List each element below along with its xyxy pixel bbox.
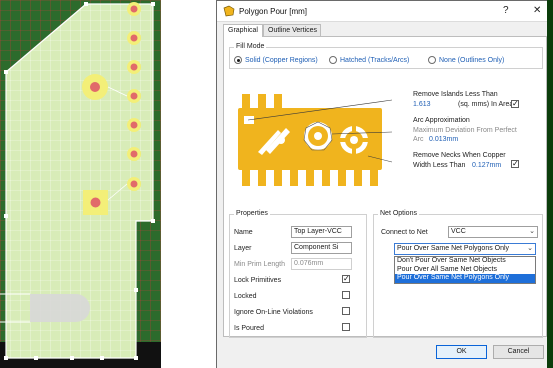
lock-primitives-checkbox[interactable]: ✓: [342, 275, 350, 283]
pcb-drawing: [0, 0, 161, 368]
radio-none-label: None (Outlines Only): [439, 56, 505, 64]
min-prim-label: Min Prim Length: [234, 261, 285, 268]
pour-illustration: [238, 94, 392, 186]
connect-to-net-select[interactable]: VCC ⌄: [448, 226, 538, 238]
dropdown-item-pour-polygons[interactable]: Pour Over Same Net Polygons Only: [395, 274, 535, 283]
islands-unit: (sq. mms) In Area: [458, 101, 514, 108]
necks-label-prefix: Width Less Than: [413, 162, 466, 169]
thermal-pad: [340, 126, 368, 154]
radio-solid-indicator[interactable]: [234, 56, 242, 64]
layer-select-value: Component Si: [294, 244, 339, 251]
name-field[interactable]: Top Layer-VCC: [291, 226, 352, 238]
graphical-panel: Fill Mode Solid (Copper Regions) Hatched…: [223, 36, 547, 338]
fill-mode-legend: Fill Mode: [234, 43, 267, 50]
polygon-pour-dialog: Polygon Pour [mm] ? ✕ Graphical Outline …: [216, 0, 553, 368]
ok-button[interactable]: OK: [436, 345, 487, 359]
fill-mode-group: Fill Mode Solid (Copper Regions) Hatched…: [229, 43, 543, 69]
radio-solid[interactable]: Solid (Copper Regions): [234, 56, 318, 64]
islands-checkbox[interactable]: ✓: [511, 100, 519, 108]
chevron-down-icon: ⌄: [527, 245, 533, 252]
cancel-button[interactable]: Cancel: [493, 345, 544, 359]
necks-checkbox[interactable]: ✓: [511, 160, 519, 168]
radio-none[interactable]: None (Outlines Only): [428, 56, 504, 64]
close-button[interactable]: ✕: [533, 5, 541, 16]
lock-primitives-label: Lock Primitives: [234, 277, 282, 284]
name-label: Name: [234, 229, 253, 236]
ignore-violations-checkbox[interactable]: [342, 307, 350, 315]
radio-hatched-indicator[interactable]: [329, 56, 337, 64]
properties-legend: Properties: [234, 210, 270, 217]
necks-label: Remove Necks When Copper: [413, 152, 506, 159]
dropdown-item-dont-pour[interactable]: Don't Pour Over Same Net Objects: [395, 257, 535, 266]
arc-value[interactable]: 0.013mm: [429, 136, 458, 143]
dialog-title: Polygon Pour [mm]: [239, 7, 308, 16]
radio-none-indicator[interactable]: [428, 56, 436, 64]
screenshot-gap: [161, 0, 216, 368]
arc-desc: Maximum Deviation From Perfect: [413, 127, 517, 134]
chevron-down-icon: ⌄: [529, 228, 535, 235]
polygon-pour-icon: [223, 5, 235, 17]
connect-to-net-value: VCC: [451, 228, 466, 235]
is-poured-label: Is Poured: [234, 325, 264, 332]
radio-solid-label: Solid (Copper Regions): [245, 56, 318, 64]
pour-over-value: Pour Over Same Net Polygons Only: [397, 245, 510, 252]
tab-outline-vertices[interactable]: Outline Vertices: [263, 24, 321, 36]
background-pcb-strip: [547, 0, 553, 368]
title-bar[interactable]: Polygon Pour [mm] ? ✕: [217, 1, 552, 22]
islands-label: Remove Islands Less Than: [413, 91, 498, 98]
layer-select[interactable]: Component Si: [291, 242, 352, 254]
help-button[interactable]: ?: [503, 5, 509, 16]
dropdown-item-pour-all[interactable]: Pour Over All Same Net Objects: [395, 266, 535, 275]
arc-pad-1: [303, 121, 333, 151]
necks-value[interactable]: 0.127mm: [472, 162, 501, 169]
ignore-violations-label: Ignore On-Line Violations: [234, 309, 313, 316]
locked-label: Locked: [234, 293, 257, 300]
is-poured-checkbox[interactable]: [342, 323, 350, 331]
locked-checkbox[interactable]: [342, 291, 350, 299]
arc-desc-prefix: Arc: [413, 136, 424, 143]
layer-label: Layer: [234, 245, 252, 252]
pour-over-dropdown-list: Don't Pour Over Same Net Objects Pour Ov…: [394, 256, 536, 284]
radio-hatched[interactable]: Hatched (Tracks/Arcs): [329, 56, 409, 64]
arc-title: Arc Approximation: [413, 117, 470, 124]
net-options-legend: Net Options: [378, 210, 419, 217]
pcb-canvas[interactable]: [0, 0, 161, 368]
connect-to-net-label: Connect to Net: [381, 229, 428, 236]
dialog-footer: OK Cancel: [217, 338, 552, 368]
tab-graphical[interactable]: Graphical: [223, 24, 263, 37]
min-prim-field: 0.076mm: [291, 258, 352, 270]
islands-value[interactable]: 1.613: [413, 101, 431, 108]
radio-hatched-label: Hatched (Tracks/Arcs): [340, 56, 410, 64]
pour-over-select[interactable]: Pour Over Same Net Polygons Only ⌄: [394, 243, 536, 255]
